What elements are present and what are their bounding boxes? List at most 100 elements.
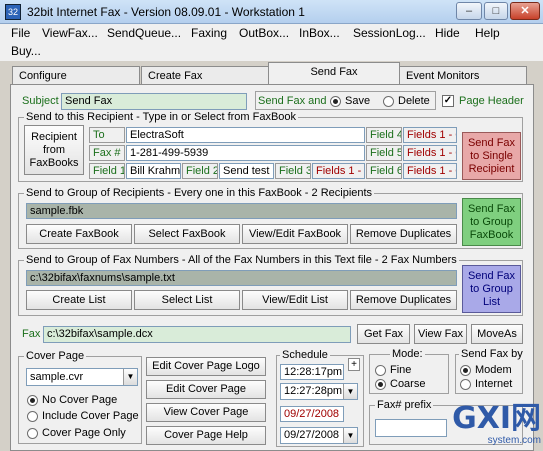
field4-input[interactable]: Fields 1 - 6 xyxy=(403,127,457,143)
menu-sendqueue[interactable]: SendQueue... xyxy=(107,26,181,40)
include-cover-page-label: Include Cover Page xyxy=(42,410,139,422)
to-label: To xyxy=(89,127,125,143)
close-button[interactable]: ✕ xyxy=(510,2,540,20)
tab-configure[interactable]: Configure xyxy=(12,66,140,86)
moveas-button[interactable]: MoveAs xyxy=(471,324,523,344)
subject-input[interactable]: Send Fax xyxy=(61,93,247,110)
cover-page-help-button[interactable]: Cover Page Help xyxy=(146,426,266,445)
save-radio[interactable] xyxy=(330,96,341,107)
create-faxbook-button[interactable]: Create FaxBook xyxy=(26,224,132,244)
tab-create-fax[interactable]: Create Fax xyxy=(141,66,269,86)
title-bar: 32 32bit Internet Fax - Version 08.09.01… xyxy=(0,0,543,24)
minimize-button[interactable]: – xyxy=(456,2,482,20)
delete-radio-label: Delete xyxy=(398,95,430,107)
send-group-list-button[interactable]: Send Fax to Group List xyxy=(462,265,521,313)
maximize-button[interactable]: □ xyxy=(484,2,508,20)
fax-numbers-file-input[interactable]: c:\32bifax\faxnums\sample.txt xyxy=(26,270,457,286)
cover-page-only-label: Cover Page Only xyxy=(42,427,126,439)
internet-radio-label: Internet xyxy=(475,378,513,390)
cover-page-only-radio[interactable] xyxy=(27,428,38,439)
remove-duplicates-faxbook-button[interactable]: Remove Duplicates xyxy=(350,224,457,244)
cover-page-select[interactable]: sample.cvr xyxy=(26,368,138,386)
field2-input[interactable]: Send test I xyxy=(219,163,274,179)
field6-label: Field 6 xyxy=(366,163,402,179)
field1-label: Field 1 xyxy=(89,163,125,179)
fax-prefix-input[interactable] xyxy=(375,419,447,437)
remove-duplicates-list-button[interactable]: Remove Duplicates xyxy=(350,290,457,310)
field5-input[interactable]: Fields 1 - 6 xyxy=(403,145,457,161)
schedule-plus-icon[interactable]: + xyxy=(348,358,360,371)
schedule-current-date: 09/27/2008 xyxy=(280,406,344,422)
schedule-time-dropdown-icon[interactable]: ▼ xyxy=(343,384,357,399)
menu-inbox[interactable]: InBox... xyxy=(299,26,340,40)
subject-label: Subject xyxy=(22,95,59,107)
include-cover-page-radio[interactable] xyxy=(27,411,38,422)
menu-viewfax[interactable]: ViewFax... xyxy=(42,26,98,40)
cover-page-title: Cover Page xyxy=(24,350,87,362)
send-group-faxbook-button[interactable]: Send Fax to Group FaxBook xyxy=(462,198,521,246)
view-cover-page-button[interactable]: View Cover Page xyxy=(146,403,266,422)
field6-input[interactable]: Fields 1 - 6 xyxy=(403,163,457,179)
menu-sessionlog[interactable]: SessionLog... xyxy=(353,26,426,40)
menu-outbox[interactable]: OutBox... xyxy=(239,26,289,40)
fax-number-label: Fax # xyxy=(89,145,125,161)
group-recipients-title: Send to Group of Recipients - Every one … xyxy=(24,187,375,199)
faxbook-file-input[interactable]: sample.fbk xyxy=(26,203,457,219)
to-input[interactable]: ElectraSoft xyxy=(126,127,365,143)
field3-label: Field 3 xyxy=(275,163,311,179)
save-radio-label: Save xyxy=(345,95,371,107)
recipient-from-faxbooks-button[interactable]: Recipient from FaxBooks xyxy=(24,125,84,175)
coarse-radio-label: Coarse xyxy=(390,378,426,390)
field1-input[interactable]: Bill Krahme xyxy=(126,163,181,179)
delete-radio[interactable] xyxy=(383,96,394,107)
menu-file[interactable]: File xyxy=(11,26,30,40)
send-fax-and-label: Send Fax and xyxy=(258,95,327,107)
no-cover-page-radio[interactable] xyxy=(27,395,38,406)
create-list-button[interactable]: Create List xyxy=(26,290,132,310)
edit-cover-page-logo-button[interactable]: Edit Cover Page Logo xyxy=(146,357,266,376)
view-edit-list-button[interactable]: View/Edit List xyxy=(242,290,348,310)
edit-cover-page-button[interactable]: Edit Cover Page xyxy=(146,380,266,399)
tab-send-fax[interactable]: Send Fax xyxy=(268,62,400,86)
fine-radio-label: Fine xyxy=(390,364,412,376)
fax-prefix-title: Fax# prefix xyxy=(375,399,434,411)
modem-radio-label: Modem xyxy=(475,364,512,376)
group-numbers-title: Send to Group of Fax Numbers - All of th… xyxy=(24,254,459,266)
fax-file-label: Fax xyxy=(22,328,41,340)
menu-buy[interactable]: Buy... xyxy=(11,44,41,58)
recipient-group-title: Send to this Recipient - Type in or Sele… xyxy=(24,111,299,123)
mode-title: Mode: xyxy=(390,348,425,360)
modem-radio[interactable] xyxy=(460,365,471,376)
menu-faxing[interactable]: Faxing xyxy=(191,26,227,40)
select-faxbook-button[interactable]: Select FaxBook xyxy=(134,224,240,244)
menu-help[interactable]: Help xyxy=(475,26,500,40)
select-list-button[interactable]: Select List xyxy=(134,290,240,310)
field5-label: Field 5 xyxy=(366,145,402,161)
site-watermark: GXI网 system.com xyxy=(451,403,541,451)
fine-radio[interactable] xyxy=(375,365,386,376)
cover-page-dropdown-icon[interactable]: ▼ xyxy=(123,369,137,385)
schedule-date-dropdown-icon[interactable]: ▼ xyxy=(343,428,357,443)
window-title: 32bit Internet Fax - Version 08.09.01 - … xyxy=(27,5,305,19)
menu-bar: File ViewFax... SendQueue... Faxing OutB… xyxy=(0,24,543,61)
page-header-checkbox[interactable]: ✓ xyxy=(442,95,454,107)
field4-label: Field 4 xyxy=(366,127,402,143)
send-by-title: Send Fax by xyxy=(459,348,525,360)
schedule-current-time: 12:28:17pm xyxy=(280,364,344,380)
fax-number-input[interactable]: 1-281-499-5939 xyxy=(126,145,365,161)
schedule-title: Schedule xyxy=(280,349,330,361)
view-edit-faxbook-button[interactable]: View/Edit FaxBook xyxy=(242,224,348,244)
watermark-sub: system.com xyxy=(487,435,541,446)
view-fax-button[interactable]: View Fax xyxy=(414,324,467,344)
menu-hide[interactable]: Hide xyxy=(435,26,460,40)
internet-radio[interactable] xyxy=(460,379,471,390)
tab-event-monitors[interactable]: Event Monitors xyxy=(399,66,527,86)
no-cover-page-label: No Cover Page xyxy=(42,394,118,406)
send-single-recipient-button[interactable]: Send Fax to Single Recipient xyxy=(462,132,521,180)
field3-input[interactable]: Fields 1 - 6 xyxy=(312,163,365,179)
page-header-label: Page Header xyxy=(459,95,524,107)
get-fax-button[interactable]: Get Fax xyxy=(357,324,410,344)
fax-app-icon: 32 xyxy=(5,4,21,20)
fax-file-input[interactable]: c:\32bifax\sample.dcx xyxy=(43,326,351,343)
coarse-radio[interactable] xyxy=(375,379,386,390)
